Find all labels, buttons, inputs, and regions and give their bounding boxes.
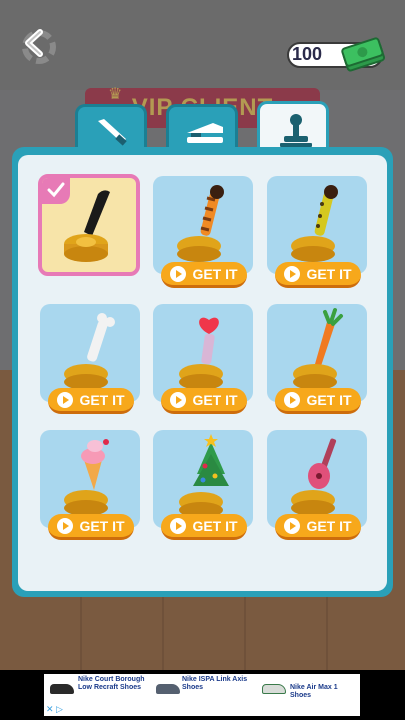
play-video-icon [57,517,74,534]
get-it-button[interactable]: GET IT [48,514,134,540]
get-it-button[interactable]: GET IT [275,388,361,414]
back-arrow-icon[interactable] [22,28,52,58]
check-icon [47,182,65,198]
cat-paw-leopard-icon [291,185,338,262]
item-card-ice-cream[interactable]: GET IT [40,430,140,540]
get-it-button[interactable]: GET IT [161,388,247,414]
play-video-icon [284,517,301,534]
shoe-icon [50,684,74,694]
item-card-christmas-tree[interactable]: GET IT [153,430,253,540]
get-it-button[interactable]: GET IT [161,262,247,288]
get-it-label: GET IT [192,517,238,534]
get-it-label: GET IT [306,265,352,282]
play-video-icon [170,391,187,408]
play-video-icon [284,265,301,282]
get-it-label: GET IT [79,391,125,408]
get-it-label: GET IT [306,391,352,408]
item-card-classic-stamp[interactable] [38,174,140,276]
item-card-carrot[interactable]: GET IT [267,304,367,414]
selected-check-badge [42,178,70,204]
get-it-button[interactable]: GET IT [161,514,247,540]
item-card-guitar[interactable]: GET IT [267,430,367,540]
ad-product-title[interactable]: Nike Court Borough Low Recraft Shoes [78,676,150,692]
shoe-icon [262,684,286,694]
item-card-bone[interactable]: GET IT [40,304,140,414]
knife-icon [98,119,127,146]
get-it-label: GET IT [79,517,125,534]
ad-product-title[interactable]: Nike Air Max 1 Shoes [290,684,358,700]
get-it-button[interactable]: GET IT [275,514,361,540]
cash-value: 100 [292,44,323,64]
get-it-button[interactable]: GET IT [48,388,134,414]
item-card-cat-paw-orange[interactable]: GET IT [153,176,253,288]
crown-icon: ♛ [108,86,123,103]
stapler-icon [187,123,223,143]
play-video-icon [170,265,187,282]
cat-paw-orange-icon [177,185,224,262]
money-stack-icon [341,37,385,72]
play-video-icon [57,391,74,408]
get-it-label: GET IT [306,517,352,534]
item-card-cat-paw-leopard[interactable]: GET IT [267,176,367,288]
play-video-icon [170,517,187,534]
item-card-heart[interactable]: GET IT [153,304,253,414]
ad-choices-icon[interactable]: ✕ ▷ [46,704,63,715]
get-it-button[interactable]: GET IT [275,262,361,288]
play-video-icon [284,391,301,408]
get-it-label: GET IT [192,265,238,282]
shoe-icon [156,684,180,694]
get-it-label: GET IT [192,391,238,408]
stamp-icon [280,114,312,147]
ad-product-title[interactable]: Nike ISPA Link Axis Shoes [182,676,254,692]
